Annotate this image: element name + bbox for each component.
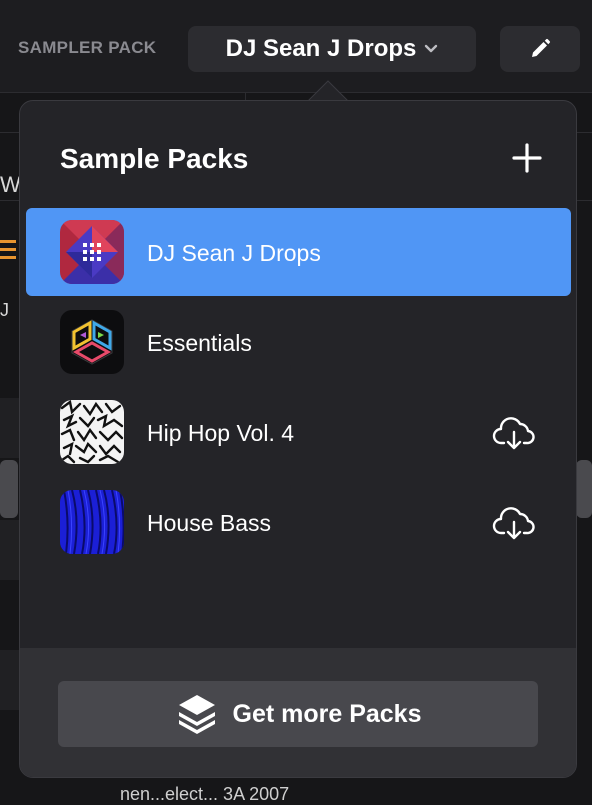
- grid-pack-icon: [60, 220, 124, 284]
- background-row: [0, 398, 20, 458]
- pack-row-essentials[interactable]: Essentials: [26, 298, 571, 386]
- get-more-packs-label: Get more Packs: [232, 699, 422, 728]
- pack-row-hip-hop-vol-4[interactable]: Hip Hop Vol. 4: [26, 388, 571, 476]
- background-row: [0, 520, 20, 580]
- popover-footer: Get more Packs: [20, 648, 576, 777]
- popover-title: Sample Packs: [60, 143, 249, 174]
- edit-button[interactable]: [500, 26, 580, 72]
- popover-caret: [308, 80, 348, 102]
- sample-packs-popover: Sample Packs DJ Sean J Drops Essentials …: [19, 100, 577, 778]
- selected-pack-name: DJ Sean J Drops: [225, 35, 417, 62]
- layers-icon: [178, 695, 215, 734]
- cloud-download-icon[interactable]: [492, 505, 536, 541]
- pack-row-house-bass[interactable]: House Bass: [26, 478, 571, 566]
- pack-label: Hip Hop Vol. 4: [147, 420, 295, 446]
- pack-label: DJ Sean J Drops: [147, 240, 321, 266]
- background-row: [0, 650, 20, 710]
- background-fragment-text: W: [0, 172, 21, 197]
- get-more-packs-button[interactable]: Get more Packs: [58, 681, 538, 747]
- header-divider: [0, 92, 592, 93]
- chevron-down-icon: [425, 44, 438, 53]
- background-fragment-text: J: [0, 300, 9, 320]
- add-pack-button[interactable]: [510, 141, 544, 175]
- house-bass-pack-artwork: [60, 490, 124, 554]
- pack-list: DJ Sean J Drops Essentials Hip Hop Vol. …: [26, 208, 571, 568]
- cloud-download-icon[interactable]: [492, 415, 536, 451]
- pack-row-dj-sean-j-drops[interactable]: DJ Sean J Drops: [26, 208, 571, 296]
- sampler-pack-label: SAMPLER PACK: [18, 38, 157, 57]
- background-chip: [0, 460, 18, 518]
- pack-label: Essentials: [147, 330, 252, 356]
- pack-label: House Bass: [147, 510, 272, 536]
- menu-lines-icon: [0, 240, 16, 262]
- plus-icon: [512, 143, 542, 173]
- pencil-icon: [532, 38, 551, 57]
- background-chip: [576, 460, 592, 518]
- hip-hop-pack-artwork: [60, 400, 124, 464]
- sample-pack-dropdown[interactable]: DJ Sean J Drops: [188, 26, 476, 72]
- essentials-pack-icon: [60, 310, 124, 374]
- background-track-row: nen...elect... 3A 2007: [120, 784, 290, 804]
